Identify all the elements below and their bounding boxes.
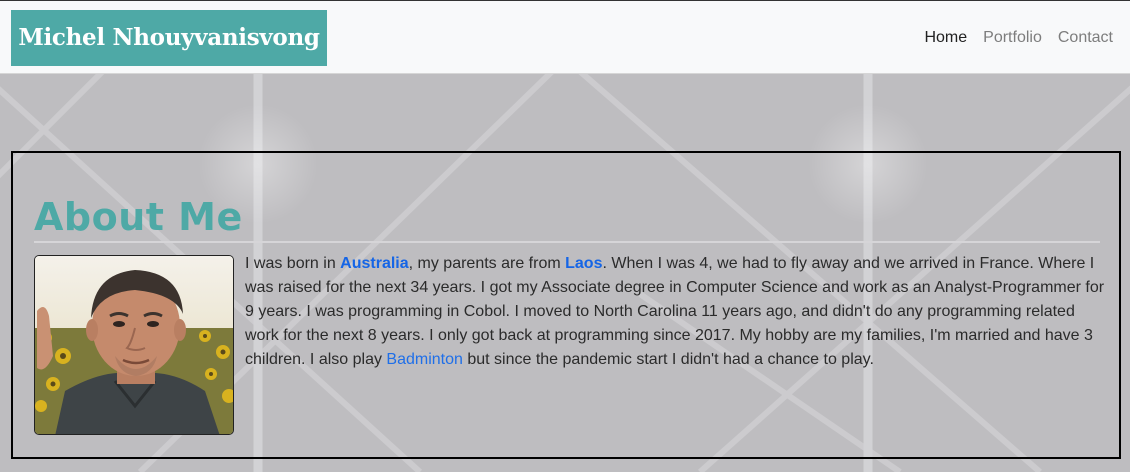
nav-link-contact[interactable]: Contact: [1058, 29, 1113, 47]
portrait-illustration: [35, 256, 233, 434]
bio-text: I was born in: [245, 255, 341, 272]
about-bio: I was born in Australia, my parents are …: [245, 252, 1105, 372]
navbar: Michel Nhouyvanisvong Home Portfolio Con…: [0, 0, 1130, 74]
bio-text: , my parents are from: [408, 255, 566, 272]
about-title: About Me: [34, 195, 243, 239]
australia-link[interactable]: Australia: [340, 255, 408, 272]
nav-links: Home Portfolio Contact: [908, 1, 1113, 75]
laos-link[interactable]: Laos: [565, 255, 602, 272]
brand-logo-link[interactable]: Michel Nhouyvanisvong: [11, 10, 327, 66]
nav-link-home[interactable]: Home: [924, 29, 967, 47]
bio-text: but since the pandemic start I didn't ha…: [462, 351, 874, 368]
profile-photo: [34, 255, 234, 435]
about-section: About Me I was born in Australia, my par…: [11, 151, 1121, 459]
badminton-link[interactable]: Badminton: [386, 351, 463, 368]
title-divider: [34, 241, 1100, 243]
nav-link-portfolio[interactable]: Portfolio: [983, 29, 1042, 47]
